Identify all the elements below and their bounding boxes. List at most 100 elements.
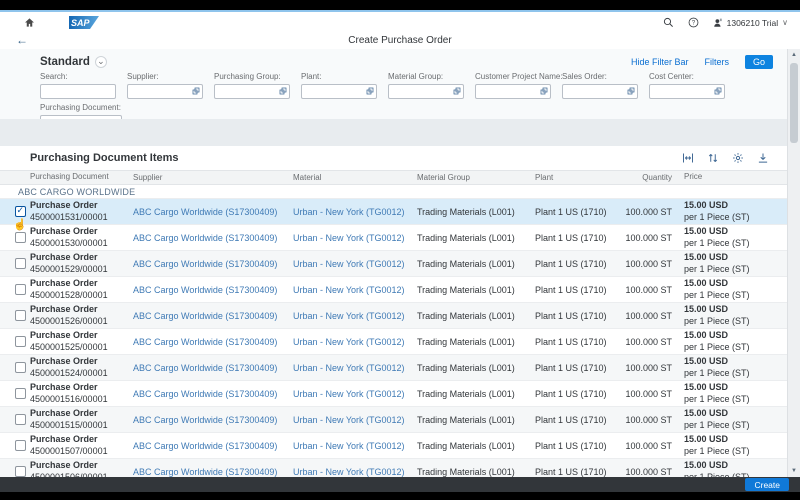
page-title: Create Purchase Order — [0, 35, 800, 46]
row-checkbox[interactable] — [15, 336, 26, 347]
supplier-link[interactable]: ABC Cargo Worldwide (S17300409) — [133, 285, 293, 295]
supplier-link[interactable]: ABC Cargo Worldwide (S17300409) — [133, 441, 293, 451]
material-link[interactable]: Urban - New York (TG0012) — [293, 389, 417, 399]
filter-field-sales-order: Sales Order: — [562, 72, 638, 99]
material-link[interactable]: Urban - New York (TG0012) — [293, 363, 417, 373]
table-row[interactable]: Purchase Order 4500001524/00001 ABC Carg… — [0, 355, 787, 381]
row-checkbox[interactable] — [15, 232, 26, 243]
row-checkbox[interactable] — [15, 388, 26, 399]
column-header-supplier[interactable]: Supplier — [133, 173, 293, 182]
sort-icon[interactable] — [707, 152, 719, 164]
value-help-icon[interactable] — [627, 87, 635, 95]
table-row[interactable]: Purchase Order 4500001516/00001 ABC Carg… — [0, 381, 787, 407]
sap-logo: SAP — [69, 16, 99, 29]
vertical-scrollbar[interactable]: ▲ ▼ — [787, 49, 800, 477]
supplier-link[interactable]: ABC Cargo Worldwide (S17300409) — [133, 389, 293, 399]
filter-input[interactable] — [127, 84, 203, 99]
table-row[interactable]: Purchase Order 4500001528/00001 ABC Carg… — [0, 277, 787, 303]
table-row[interactable]: Purchase Order 4500001515/00001 ABC Carg… — [0, 407, 787, 433]
supplier-link[interactable]: ABC Cargo Worldwide (S17300409) — [133, 207, 293, 217]
plant-cell: Plant 1 US (1710) — [535, 233, 617, 243]
column-header-plant[interactable]: Plant — [535, 173, 617, 182]
scroll-up-icon[interactable]: ▲ — [788, 52, 800, 58]
chevron-down-icon: ∨ — [782, 18, 788, 27]
purchasing-document-label: Purchasing Document: — [40, 103, 787, 112]
material-link[interactable]: Urban - New York (TG0012) — [293, 441, 417, 451]
supplier-link[interactable]: ABC Cargo Worldwide (S17300409) — [133, 467, 293, 477]
material-group-cell: Trading Materials (L001) — [417, 337, 535, 347]
row-checkbox[interactable] — [15, 414, 26, 425]
table-row[interactable]: Purchase Order 4500001530/00001 ABC Carg… — [0, 225, 787, 251]
table-row[interactable]: Purchase Order 4500001525/00001 ABC Carg… — [0, 329, 787, 355]
filters-link[interactable]: Filters — [704, 57, 729, 67]
material-link[interactable]: Urban - New York (TG0012) — [293, 207, 417, 217]
table-title: Purchasing Document Items — [0, 152, 179, 164]
settings-gear-icon[interactable] — [732, 152, 744, 164]
filter-input[interactable] — [475, 84, 551, 99]
column-header-price[interactable]: Price — [672, 172, 772, 182]
filter-field-cost-center: Cost Center: — [649, 72, 725, 99]
table-row[interactable]: ☝ Purchase Order 4500001531/00001 ABC Ca… — [0, 199, 787, 225]
supplier-link[interactable]: ABC Cargo Worldwide (S17300409) — [133, 311, 293, 321]
filter-input[interactable] — [214, 84, 290, 99]
material-link[interactable]: Urban - New York (TG0012) — [293, 467, 417, 477]
table-row[interactable]: Purchase Order 4500001526/00001 ABC Carg… — [0, 303, 787, 329]
hide-filter-bar-link[interactable]: Hide Filter Bar — [631, 57, 689, 67]
material-link[interactable]: Urban - New York (TG0012) — [293, 415, 417, 425]
help-icon[interactable]: ? — [688, 17, 699, 28]
row-checkbox[interactable] — [15, 206, 26, 217]
variant-selector[interactable]: Standard — [40, 56, 90, 68]
supplier-link[interactable]: ABC Cargo Worldwide (S17300409) — [133, 363, 293, 373]
variant-dropdown-icon[interactable]: ⌄ — [95, 56, 107, 68]
filter-input[interactable] — [40, 84, 116, 99]
supplier-link[interactable]: ABC Cargo Worldwide (S17300409) — [133, 259, 293, 269]
material-link[interactable]: Urban - New York (TG0012) — [293, 285, 417, 295]
scroll-down-icon[interactable]: ▼ — [788, 468, 800, 474]
value-help-icon[interactable] — [714, 87, 722, 95]
material-group-cell: Trading Materials (L001) — [417, 389, 535, 399]
value-help-icon[interactable] — [279, 87, 287, 95]
download-icon[interactable] — [757, 152, 769, 164]
supplier-link[interactable]: ABC Cargo Worldwide (S17300409) — [133, 415, 293, 425]
search-icon[interactable] — [663, 17, 674, 28]
home-icon[interactable] — [24, 17, 35, 28]
column-header-quantity[interactable]: Quantity — [617, 173, 672, 182]
value-help-icon[interactable] — [366, 87, 374, 95]
go-button[interactable]: Go — [745, 55, 773, 69]
row-checkbox[interactable] — [15, 284, 26, 295]
material-link[interactable]: Urban - New York (TG0012) — [293, 337, 417, 347]
column-header-material-group[interactable]: Material Group — [417, 173, 535, 182]
create-button[interactable]: Create — [745, 478, 789, 491]
row-checkbox[interactable] — [15, 440, 26, 451]
filter-input[interactable] — [649, 84, 725, 99]
table-header-row: Purchasing Document Supplier Material Ma… — [0, 170, 787, 185]
user-menu[interactable]: 1306210 Trial ∨ — [713, 18, 788, 28]
plant-cell: Plant 1 US (1710) — [535, 207, 617, 217]
material-link[interactable]: Urban - New York (TG0012) — [293, 311, 417, 321]
material-link[interactable]: Urban - New York (TG0012) — [293, 233, 417, 243]
row-checkbox[interactable] — [15, 310, 26, 321]
user-avatar — [713, 18, 723, 28]
value-help-icon[interactable] — [540, 87, 548, 95]
scrollbar-thumb[interactable] — [790, 63, 798, 143]
row-checkbox[interactable] — [15, 466, 26, 477]
column-header-purchasing-document[interactable]: Purchasing Document — [30, 172, 133, 182]
filter-input[interactable] — [301, 84, 377, 99]
table-row[interactable]: Purchase Order 4500001529/00001 ABC Carg… — [0, 251, 787, 277]
table-row[interactable]: Purchase Order 4500001507/00001 ABC Carg… — [0, 433, 787, 459]
fit-width-icon[interactable] — [682, 152, 694, 164]
row-checkbox[interactable] — [15, 258, 26, 269]
quantity-cell: 100.000 ST — [617, 441, 672, 451]
column-header-material[interactable]: Material — [293, 173, 417, 182]
table-row[interactable]: Purchase Order 4500001506/00001 ABC Carg… — [0, 459, 787, 477]
supplier-link[interactable]: ABC Cargo Worldwide (S17300409) — [133, 233, 293, 243]
material-link[interactable]: Urban - New York (TG0012) — [293, 259, 417, 269]
filter-input[interactable] — [562, 84, 638, 99]
value-help-icon[interactable] — [453, 87, 461, 95]
filter-input[interactable] — [388, 84, 464, 99]
material-group-cell: Trading Materials (L001) — [417, 467, 535, 477]
value-help-icon[interactable] — [192, 87, 200, 95]
filter-field-search: Search: — [40, 72, 116, 99]
row-checkbox[interactable] — [15, 362, 26, 373]
supplier-link[interactable]: ABC Cargo Worldwide (S17300409) — [133, 337, 293, 347]
